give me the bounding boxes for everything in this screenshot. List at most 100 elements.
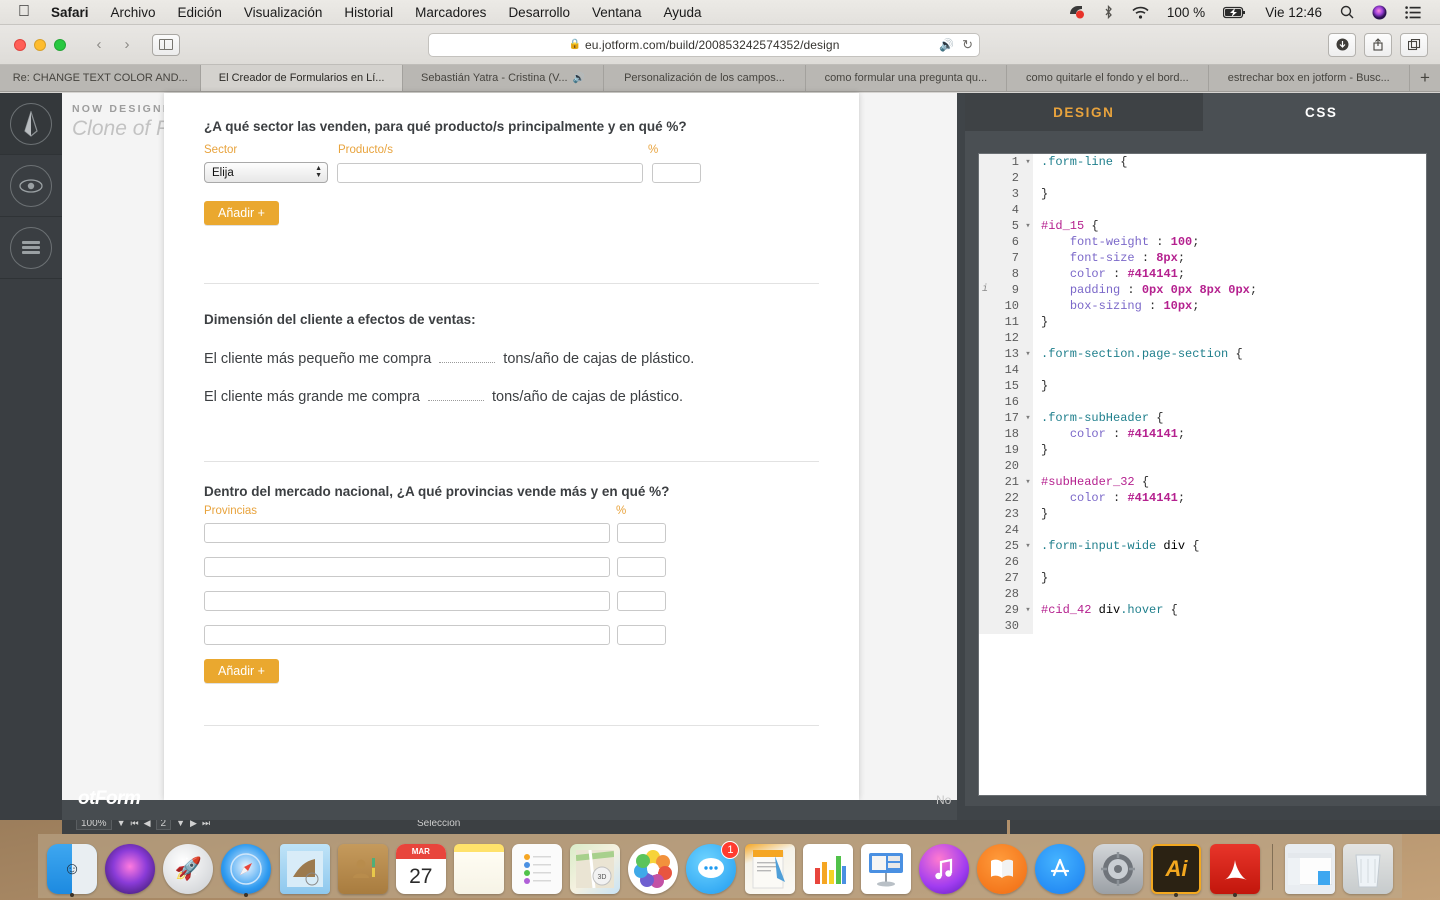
menu-item-visualizacion[interactable]: Visualización xyxy=(233,0,334,25)
dock-item-contacts[interactable] xyxy=(337,840,389,894)
wifi-icon[interactable] xyxy=(1123,6,1158,19)
statement-smallest-blank[interactable] xyxy=(439,349,496,363)
dock-item-appstore[interactable] xyxy=(1034,840,1086,894)
code-fold-toggle[interactable]: ▾ xyxy=(1023,410,1033,426)
code-fold-toggle[interactable]: ▾ xyxy=(1023,602,1033,618)
browser-tab-0[interactable]: Re: CHANGE TEXT COLOR AND... xyxy=(0,65,202,91)
show-sidebar-button[interactable] xyxy=(152,33,180,56)
close-window-button[interactable] xyxy=(14,38,26,51)
percent-input[interactable] xyxy=(652,162,701,183)
code-fold-toggle[interactable]: ▾ xyxy=(1023,154,1033,170)
dock-item-numbers[interactable] xyxy=(802,840,854,894)
screen-record-icon[interactable] xyxy=(1059,5,1094,19)
show-all-tabs-icon[interactable] xyxy=(1400,32,1428,57)
statement-largest-blank[interactable] xyxy=(428,387,484,401)
dock-item-finder[interactable]: ☺ xyxy=(46,840,98,897)
form-preview-card: ¿A qué sector las venden, para qué produ… xyxy=(164,93,859,800)
line-number: 5 xyxy=(991,218,1023,234)
dock-item-messages[interactable]: 1 xyxy=(685,840,740,894)
address-bar[interactable]: 🔒 eu.jotform.com/build/200853242574352/d… xyxy=(428,32,980,57)
browser-tab-2[interactable]: Sebastián Yatra - Cristina (V... 🔊 xyxy=(402,65,605,91)
tab-css[interactable]: CSS xyxy=(1202,93,1440,131)
column-labels-provincias: Provincias % xyxy=(204,505,819,517)
productos-input[interactable] xyxy=(337,162,643,183)
code-fold-toggle[interactable]: ▾ xyxy=(1023,538,1033,554)
battery-charging-icon[interactable] xyxy=(1214,6,1256,19)
provincia-percent-0[interactable] xyxy=(617,523,666,543)
provincia-percent-2[interactable] xyxy=(617,591,666,611)
clock-datetime[interactable]: Vie 12:46 xyxy=(1256,0,1331,25)
dock-item-safari[interactable] xyxy=(220,840,272,897)
new-tab-button[interactable]: + xyxy=(1409,65,1440,91)
code-fold-toggle xyxy=(1023,298,1033,314)
provincia-input-2[interactable] xyxy=(204,591,610,611)
dock-item-calendar[interactable]: MAR 27 xyxy=(395,840,447,894)
reload-icon[interactable]: ↻ xyxy=(962,37,973,53)
menu-item-safari[interactable]: Safari xyxy=(40,0,100,25)
lint-info-icon xyxy=(979,378,991,394)
dock-item-illustrator[interactable]: Ai xyxy=(1150,840,1202,897)
code-fold-toggle xyxy=(1023,234,1033,250)
dock-item-keynote[interactable] xyxy=(860,840,912,894)
menu-item-edicion[interactable]: Edición xyxy=(167,0,233,25)
control-center-icon[interactable] xyxy=(1396,5,1430,19)
menu-item-archivo[interactable]: Archivo xyxy=(100,0,167,25)
code-fold-toggle[interactable]: ▾ xyxy=(1023,218,1033,234)
dock-item-trash[interactable] xyxy=(1342,840,1394,894)
maximize-window-button[interactable] xyxy=(54,38,66,51)
dock-item-system-preferences[interactable] xyxy=(1092,840,1144,894)
provincia-input-0[interactable] xyxy=(204,523,610,543)
minimize-window-button[interactable] xyxy=(34,38,46,51)
dock-item-reminders[interactable] xyxy=(511,840,563,894)
back-button[interactable]: ‹ xyxy=(86,34,112,56)
apple-menu-icon[interactable]:  xyxy=(14,1,40,23)
provincia-percent-1[interactable] xyxy=(617,557,666,577)
code-line: 3} xyxy=(979,186,1426,202)
tab-audio-icon[interactable]: 🔊 xyxy=(573,73,585,84)
bluetooth-icon[interactable] xyxy=(1094,4,1123,20)
share-icon[interactable] xyxy=(1364,32,1392,57)
dock-item-mail[interactable] xyxy=(279,840,331,894)
siri-icon[interactable] xyxy=(1363,5,1396,20)
sector-select[interactable]: Elija ▲ ▼ xyxy=(204,162,328,183)
dock-item-acrobat[interactable] xyxy=(1209,840,1261,897)
tab-design[interactable]: DESIGN xyxy=(965,93,1203,131)
browser-tab-4[interactable]: como formular una pregunta qu... xyxy=(805,65,1008,91)
browser-tab-6[interactable]: estrechar box en jotform - Busc... xyxy=(1208,65,1410,91)
browser-tab-5[interactable]: como quitarle el fondo y el bord... xyxy=(1007,65,1209,91)
dock-item-launchpad[interactable]: 🚀 xyxy=(162,840,214,894)
browser-tab-3[interactable]: Personalización de los campos... xyxy=(604,65,806,91)
dock-item-itunes[interactable] xyxy=(918,840,970,894)
line-number: 2 xyxy=(991,170,1023,186)
provincia-percent-3[interactable] xyxy=(617,625,666,645)
forward-button[interactable]: › xyxy=(114,34,140,56)
rail-item-preview[interactable] xyxy=(0,155,62,217)
spotlight-search-icon[interactable] xyxy=(1331,5,1363,19)
tab-label: Re: CHANGE TEXT COLOR AND... xyxy=(12,72,188,84)
code-fold-toggle[interactable]: ▾ xyxy=(1023,474,1033,490)
dock-item-photos[interactable] xyxy=(627,840,679,894)
add-row-button-sector[interactable]: Añadir + xyxy=(204,201,279,225)
dock-item-siri[interactable] xyxy=(104,840,156,894)
menu-item-desarrollo[interactable]: Desarrollo xyxy=(497,0,581,25)
code-text: } xyxy=(1041,187,1049,201)
provincia-input-1[interactable] xyxy=(204,557,610,577)
dock-item-minimized-window[interactable] xyxy=(1284,840,1336,894)
menu-item-marcadores[interactable]: Marcadores xyxy=(404,0,497,25)
audio-playing-icon[interactable]: 🔊 xyxy=(939,38,954,52)
dock-item-notes[interactable] xyxy=(453,840,505,894)
provincia-input-3[interactable] xyxy=(204,625,610,645)
browser-tab-1-active[interactable]: El Creador de Formularios en Lí... xyxy=(201,65,403,91)
dock-item-ibooks[interactable] xyxy=(976,840,1028,894)
menu-item-ventana[interactable]: Ventana xyxy=(581,0,653,25)
add-row-button-provincias[interactable]: Añadir + xyxy=(204,659,279,683)
menu-item-ayuda[interactable]: Ayuda xyxy=(653,0,713,25)
rail-item-menu[interactable] xyxy=(0,217,62,279)
dock-item-pages[interactable] xyxy=(744,840,796,894)
dock-item-maps[interactable]: 3D xyxy=(569,840,621,894)
css-code-editor[interactable]: 1 ▾ .form-line {2 3} 4 5 ▾ #id_15 {6 font-weigh… xyxy=(978,153,1427,796)
rail-item-designer[interactable] xyxy=(0,93,62,155)
code-fold-toggle[interactable]: ▾ xyxy=(1023,346,1033,362)
downloads-icon[interactable] xyxy=(1328,32,1356,57)
menu-item-historial[interactable]: Historial xyxy=(333,0,404,25)
